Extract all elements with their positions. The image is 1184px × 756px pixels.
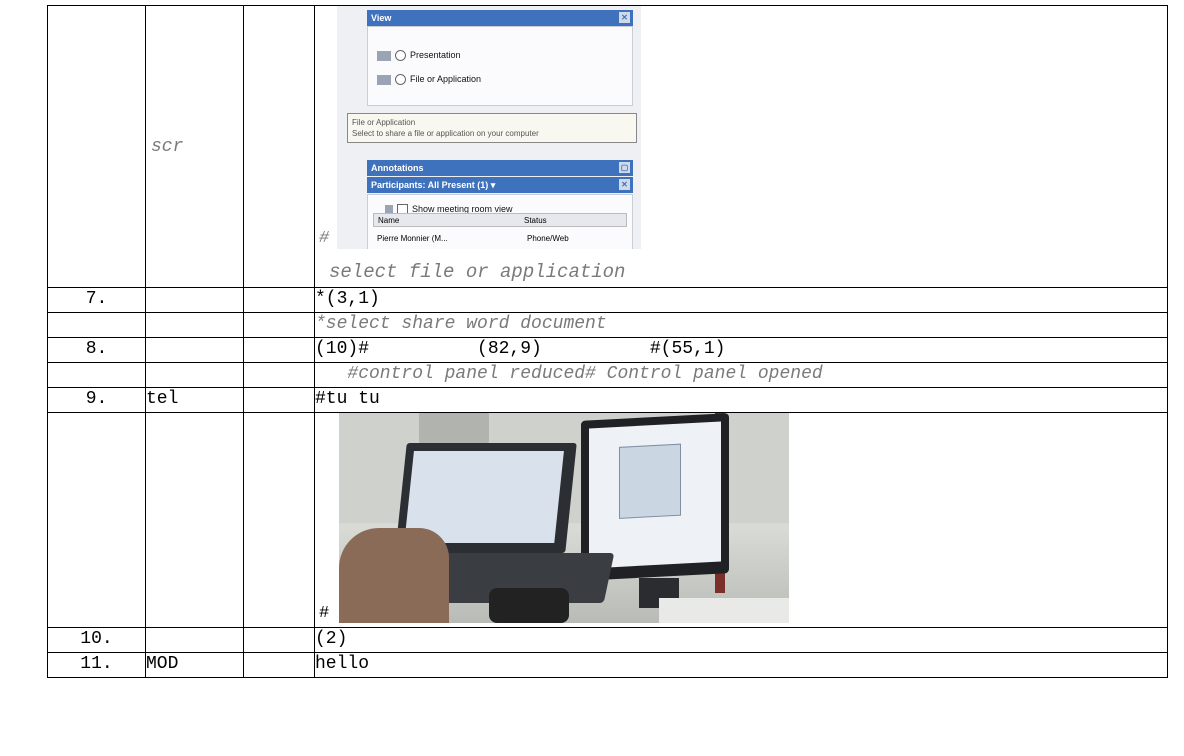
table-row: 9. tel #tu tu: [47, 387, 1168, 413]
annotations-title: Annotations: [371, 163, 424, 173]
participants-header: Participants: All Present (1) ▾ ✕: [367, 177, 633, 193]
participant-row: Pierre Monnier (M... Phone/Web: [373, 228, 631, 249]
speaker-cell: [145, 627, 244, 653]
screenshot-thumbnail: View ✕ Presentation File or Application F…: [337, 6, 641, 249]
participants-title: Participants: All Present (1) ▾: [371, 180, 496, 190]
empty-cell: [243, 387, 315, 413]
row-number: 11.: [47, 652, 146, 678]
table-row: scr View ✕ Presentation File or Applicati…: [47, 5, 1168, 288]
table-row: 10. (2): [47, 627, 1168, 653]
table-row: 11. MOD hello: [47, 652, 1168, 678]
column-name: Name: [378, 216, 400, 225]
screenshot-cell: View ✕ Presentation File or Application F…: [314, 5, 1168, 288]
view-title: View: [371, 13, 392, 23]
empty-cell: [243, 5, 315, 288]
marker: #: [319, 229, 330, 248]
column-status: Status: [524, 216, 547, 225]
row-text: #control panel reduced# Control panel op…: [314, 362, 1168, 388]
close-icon: ✕: [619, 179, 630, 190]
tooltip-text: Select to share a file or application on…: [352, 129, 539, 138]
speaker-cell: tel: [145, 387, 244, 413]
participants-column-header: Name Status: [373, 213, 627, 227]
photo-cell: #: [314, 412, 1168, 628]
empty-cell: [243, 362, 315, 388]
table-row: *select share word document: [47, 312, 1168, 338]
empty-cell: [243, 627, 315, 653]
close-icon: ✕: [619, 12, 630, 23]
tooltip: File or Application Select to share a fil…: [347, 113, 637, 143]
participant-name: Pierre Monnier (M...: [377, 234, 448, 243]
row-number: [47, 312, 146, 338]
empty-cell: [243, 412, 315, 628]
table-row: 8. (10)# (82,9) #(55,1): [47, 337, 1168, 363]
empty-cell: [243, 652, 315, 678]
view-panel-header: View ✕: [367, 10, 633, 26]
speaker-cell: MOD: [145, 652, 244, 678]
empty-cell: [243, 337, 315, 363]
row-text: select file or application: [329, 261, 626, 283]
speaker-cell: [145, 362, 244, 388]
speaker-cell: [145, 287, 244, 313]
row-text: (2): [314, 627, 1168, 653]
tooltip-title: File or Application: [352, 118, 416, 127]
presentation-option: Presentation: [377, 44, 461, 66]
photo-person: [339, 528, 449, 623]
speaker-cell: scr: [145, 5, 244, 288]
option-label: File or Application: [410, 74, 482, 84]
speaker-cell: [145, 337, 244, 363]
presentation-icon: [377, 50, 391, 61]
empty-cell: [243, 287, 315, 313]
marker: #: [319, 604, 330, 623]
row-number: 8.: [47, 337, 146, 363]
table-row: #: [47, 412, 1168, 628]
annotations-header: Annotations ▢: [367, 160, 633, 176]
row-text: *select share word document: [314, 312, 1168, 338]
participant-status: Phone/Web: [527, 234, 569, 243]
view-panel-body: [367, 26, 633, 106]
row-number: [47, 362, 146, 388]
empty-cell: [243, 312, 315, 338]
row-number: [47, 5, 146, 288]
file-option: File or Application: [377, 68, 481, 90]
transcript-table: scr View ✕ Presentation File or Applicati…: [47, 5, 1168, 678]
photo-thumbnail: [339, 413, 789, 623]
row-number: 7.: [47, 287, 146, 313]
close-icon: ▢: [619, 162, 630, 173]
row-number: [47, 412, 146, 628]
speaker-cell: [145, 312, 244, 338]
photo-papers: [659, 598, 789, 623]
row-text: *(3,1): [314, 287, 1168, 313]
option-label: Presentation: [410, 50, 461, 60]
row-number: 9.: [47, 387, 146, 413]
radio-icon: [395, 74, 406, 86]
speaker-cell: [145, 412, 244, 628]
table-row: 7. *(3,1): [47, 287, 1168, 313]
table-row: #control panel reduced# Control panel op…: [47, 362, 1168, 388]
photo-telephone: [489, 588, 569, 623]
row-number: 10.: [47, 627, 146, 653]
row-text: #tu tu: [314, 387, 1168, 413]
row-text: (10)# (82,9) #(55,1): [314, 337, 1168, 363]
radio-icon: [395, 50, 406, 62]
row-text: hello: [314, 652, 1168, 678]
file-icon: [377, 74, 391, 85]
